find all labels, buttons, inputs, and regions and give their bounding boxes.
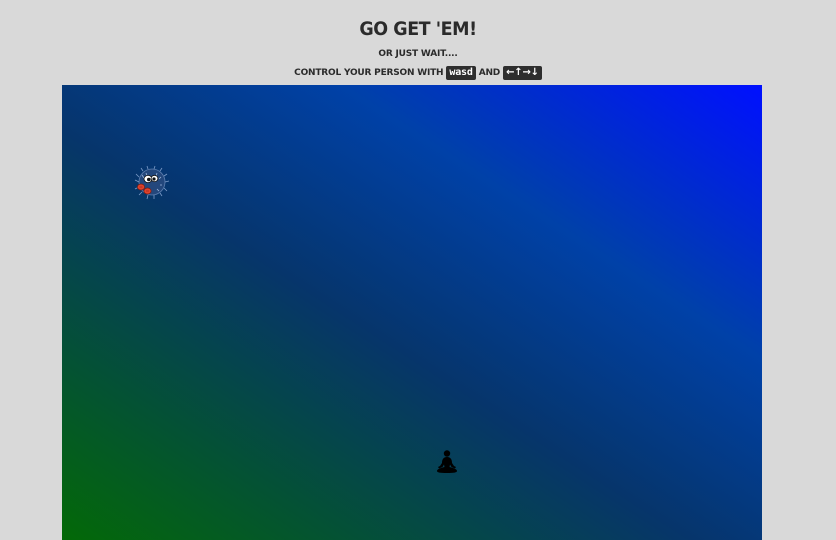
wasd-key-badge: wasd — [446, 66, 476, 80]
arrow-left-icon: ← — [506, 67, 515, 78]
controls-prefix-text: control your person with — [294, 68, 444, 78]
arrow-keys-badge: ← ↑ → ↓ — [503, 66, 542, 80]
meditating-person-icon[interactable] — [435, 449, 459, 475]
game-title: Go get 'em! — [359, 18, 477, 40]
game-header: Go get 'em! or just wait.... control you… — [0, 0, 836, 85]
game-subtitle: or just wait.... — [378, 49, 458, 59]
controls-and-text: and — [478, 68, 501, 78]
arrow-up-icon: ↑ — [514, 67, 523, 78]
game-playfield[interactable] — [62, 85, 762, 540]
controls-hint: control your person with wasd and ← ↑ → … — [0, 66, 836, 80]
arrow-down-icon: ↓ — [530, 67, 539, 78]
arrow-right-icon: → — [522, 67, 531, 78]
fuzzy-monster-icon — [132, 165, 172, 201]
